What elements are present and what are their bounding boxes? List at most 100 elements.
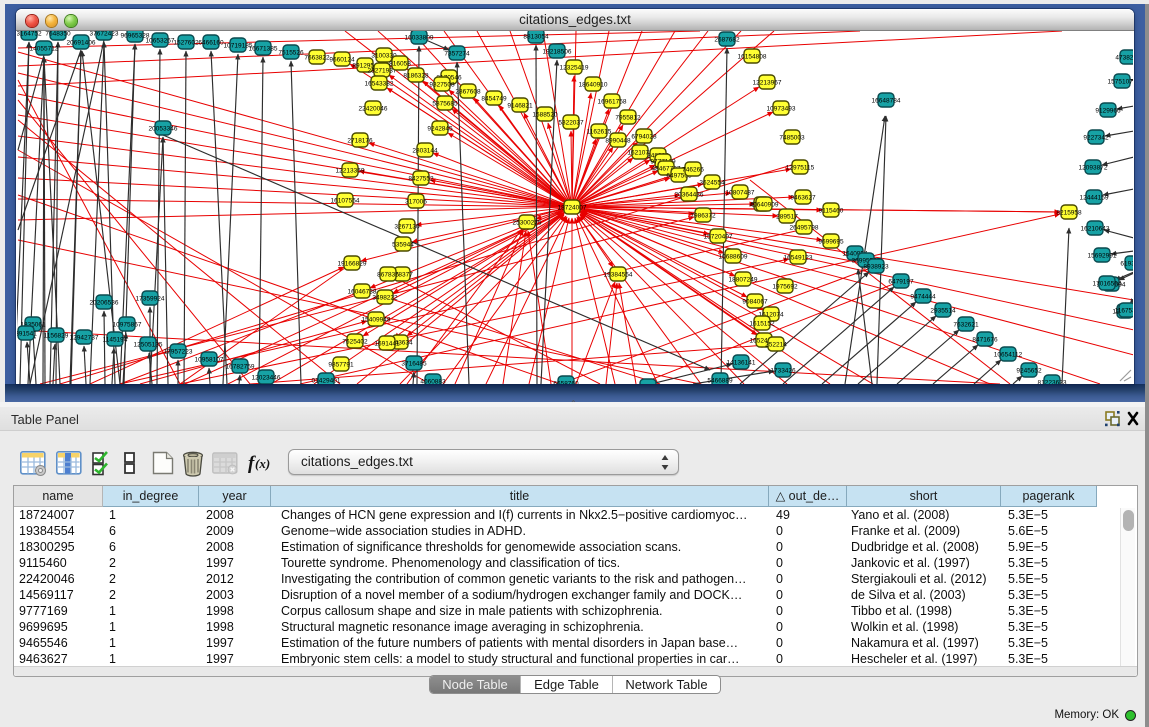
svg-text:9660124: 9660124: [329, 56, 355, 63]
svg-text:20206536: 20206536: [90, 299, 119, 306]
svg-text:8471676: 8471676: [972, 336, 998, 343]
svg-text:12213369: 12213369: [336, 167, 365, 174]
svg-text:8427552: 8427552: [408, 175, 434, 182]
svg-text:12444159: 12444159: [1080, 194, 1109, 201]
svg-text:6658760: 6658760: [553, 380, 579, 384]
svg-text:16961758: 16961758: [598, 98, 627, 105]
svg-text:10973493: 10973493: [767, 105, 796, 112]
svg-text:6794028: 6794028: [631, 133, 657, 140]
svg-text:10958107: 10958107: [195, 356, 224, 363]
svg-text:22420046: 22420046: [359, 105, 388, 112]
svg-text:9242845: 9242845: [427, 125, 453, 132]
svg-text:81223623: 81223623: [1038, 379, 1067, 384]
svg-text:17957223: 17957223: [164, 348, 193, 355]
svg-text:4738299: 4738299: [1115, 54, 1133, 61]
svg-text:16154808: 16154808: [738, 53, 767, 60]
svg-text:10975867: 10975867: [113, 321, 142, 328]
svg-text:1975692: 1975692: [772, 283, 798, 290]
svg-text:535944: 535944: [392, 241, 414, 248]
svg-text:10688609: 10688609: [719, 253, 748, 260]
svg-text:(x): (x): [255, 456, 270, 471]
svg-text:16033809: 16033809: [405, 34, 434, 41]
svg-text:20053346: 20053346: [149, 125, 178, 132]
svg-text:10654112: 10654112: [994, 351, 1023, 358]
svg-text:7515526: 7515526: [278, 49, 304, 56]
svg-text:6466160: 6466160: [198, 39, 224, 46]
svg-text:1145194: 1145194: [103, 336, 128, 343]
svg-text:14136141: 14136141: [727, 359, 756, 366]
svg-text:1162615: 1162615: [587, 128, 612, 135]
svg-text:15409948: 15409948: [362, 316, 391, 323]
svg-text:18640910: 18640910: [579, 81, 608, 88]
svg-text:2687682: 2687682: [714, 36, 740, 43]
svg-text:16648784: 16648784: [872, 97, 901, 104]
svg-text:12975115: 12975115: [786, 164, 815, 171]
svg-text:19218506: 19218506: [543, 48, 572, 55]
svg-text:9115460: 9115460: [819, 207, 844, 214]
svg-text:6690967: 6690967: [635, 383, 661, 384]
svg-text:8813054: 8813054: [523, 33, 549, 40]
svg-text:17016504: 17016504: [1093, 280, 1122, 287]
svg-text:8990448: 8990448: [605, 137, 631, 144]
svg-text:289517: 289517: [776, 213, 798, 220]
svg-text:3498222: 3498222: [372, 294, 398, 301]
svg-text:252214: 252214: [765, 341, 787, 348]
svg-text:01429401: 01429401: [312, 377, 341, 384]
svg-text:12325419: 12325419: [560, 64, 589, 71]
svg-text:317006: 317006: [405, 198, 427, 205]
svg-text:391541: 391541: [17, 330, 37, 337]
svg-text:18724007: 18724007: [558, 204, 587, 211]
svg-text:15692991: 15692991: [1088, 252, 1117, 259]
svg-text:9146821: 9146821: [507, 102, 533, 109]
svg-text:9129966: 9129966: [1095, 107, 1121, 114]
svg-text:10653267: 10653267: [146, 37, 175, 44]
svg-text:7648350: 7648350: [45, 31, 71, 37]
svg-text:6193990: 6193990: [1120, 260, 1133, 267]
svg-text:20364436: 20364436: [675, 191, 704, 198]
svg-text:2803144: 2803144: [412, 147, 438, 154]
svg-text:1615152: 1615152: [749, 320, 775, 327]
svg-text:7357274: 7357274: [444, 50, 470, 57]
svg-text:9245652: 9245652: [1016, 367, 1042, 374]
svg-text:16107554: 16107554: [331, 197, 360, 204]
svg-text:9474444: 9474444: [910, 293, 936, 300]
svg-text:15720407: 15720407: [704, 233, 733, 240]
svg-text:7632621: 7632621: [953, 321, 979, 328]
svg-text:17359924: 17359924: [136, 295, 165, 302]
svg-text:7955812: 7955812: [615, 114, 641, 121]
svg-text:16543382: 16543382: [365, 80, 394, 87]
svg-text:7986372: 7986372: [690, 212, 716, 219]
svg-text:746266: 746266: [682, 166, 704, 173]
svg-text:9463627: 9463627: [790, 194, 816, 201]
svg-text:867835: 867835: [377, 271, 399, 278]
svg-text:26495798: 26495798: [790, 224, 819, 231]
svg-text:37672423: 37672423: [90, 31, 119, 37]
svg-text:8186328: 8186328: [403, 72, 429, 79]
svg-text:9227342: 9227342: [1083, 134, 1109, 141]
svg-text:5466889: 5466889: [707, 377, 733, 384]
svg-text:16782759: 16782759: [226, 363, 255, 370]
svg-text:14055712: 14055712: [30, 45, 59, 52]
svg-text:18807249: 18807249: [729, 276, 758, 283]
svg-text:4060883: 4060883: [420, 378, 446, 384]
svg-text:7485003: 7485003: [779, 134, 805, 141]
svg-text:19166829: 19166829: [338, 260, 367, 267]
svg-text:8454749: 8454749: [481, 95, 507, 102]
svg-text:19384554: 19384554: [604, 271, 633, 278]
svg-text:12213967: 12213967: [753, 79, 782, 86]
svg-text:3164752: 3164752: [17, 31, 42, 37]
svg-text:16210643: 16210643: [1081, 225, 1110, 232]
svg-text:5875685: 5875685: [432, 100, 458, 107]
svg-text:1691441: 1691441: [374, 340, 400, 347]
svg-text:2867608: 2867608: [455, 88, 481, 95]
svg-text:2935514: 2935514: [930, 307, 956, 314]
svg-text:8938923: 8938923: [863, 263, 889, 270]
svg-text:6479197: 6479197: [888, 278, 914, 285]
svg-text:7625402: 7625402: [342, 338, 368, 345]
svg-text:12023446: 12023446: [252, 374, 281, 381]
svg-text:12505135: 12505135: [134, 341, 163, 348]
svg-text:16671385: 16671385: [249, 45, 278, 52]
svg-text:40640909: 40640909: [750, 201, 779, 208]
svg-text:5322037: 5322037: [558, 119, 584, 126]
svg-text:25300275: 25300275: [513, 219, 542, 226]
